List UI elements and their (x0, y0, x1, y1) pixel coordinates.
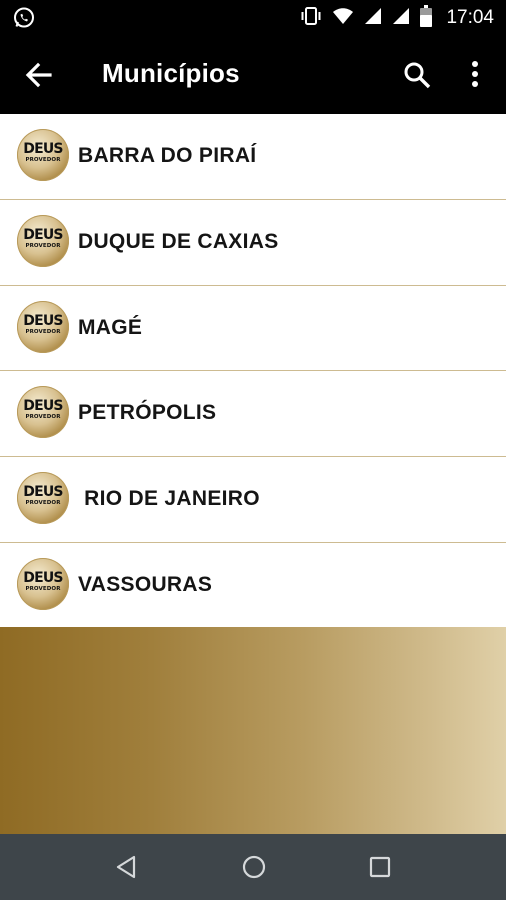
list-item[interactable]: DEUS PROVEDOR MAGÉ (0, 285, 506, 372)
app-bar: Municípios (0, 36, 506, 114)
wifi-icon (332, 7, 354, 30)
deus-provedor-logo: DEUS PROVEDOR (17, 557, 69, 610)
deus-provedor-logo: DEUS PROVEDOR (17, 300, 69, 353)
system-nav-bar (0, 834, 506, 900)
deus-provedor-logo: DEUS PROVEDOR (17, 129, 69, 181)
status-bar: 17:04 (0, 0, 506, 36)
vibrate-icon (300, 6, 322, 31)
back-triangle-icon[interactable] (112, 852, 142, 882)
deus-provedor-logo: DEUS PROVEDOR (17, 472, 69, 525)
status-time: 17:04 (446, 7, 494, 28)
list-item[interactable]: DEUS PROVEDOR BARRA DO PIRAÍ (0, 114, 506, 200)
list-item[interactable]: DEUS PROVEDOR DUQUE DE CAXIAS (0, 199, 506, 286)
list-item-label: MAGÉ (78, 315, 143, 339)
list-item-label: PETRÓPOLIS (78, 401, 217, 425)
municipios-list: DEUS PROVEDOR BARRA DO PIRAÍ DEUS PROVED… (0, 114, 506, 629)
list-item-label: BARRA DO PIRAÍ (78, 144, 257, 167)
recents-square-icon[interactable] (365, 852, 395, 882)
deus-provedor-logo: DEUS PROVEDOR (17, 214, 69, 267)
list-item-label: VASSOURAS (78, 572, 213, 596)
deus-provedor-logo: DEUS PROVEDOR (17, 386, 69, 439)
list-item[interactable]: DEUS PROVEDOR RIO DE JANEIRO (0, 457, 506, 543)
more-vert-icon[interactable] (462, 58, 488, 92)
list-item[interactable]: DEUS PROVEDOR PETRÓPOLIS (0, 371, 506, 458)
page-title: Municípios (102, 58, 240, 88)
signal-icon (364, 7, 382, 30)
search-icon[interactable] (402, 60, 432, 90)
battery-icon (420, 4, 433, 32)
list-item-label: RIO DE JANEIRO (78, 487, 260, 511)
home-circle-icon[interactable] (239, 852, 269, 882)
list-item[interactable]: DEUS PROVEDOR VASSOURAS (0, 542, 506, 629)
whatsapp-icon (12, 6, 36, 35)
gold-background-panel (0, 627, 506, 834)
signal-icon (392, 7, 410, 30)
back-arrow-icon[interactable] (24, 60, 54, 90)
list-item-label: DUQUE DE CAXIAS (78, 229, 279, 253)
